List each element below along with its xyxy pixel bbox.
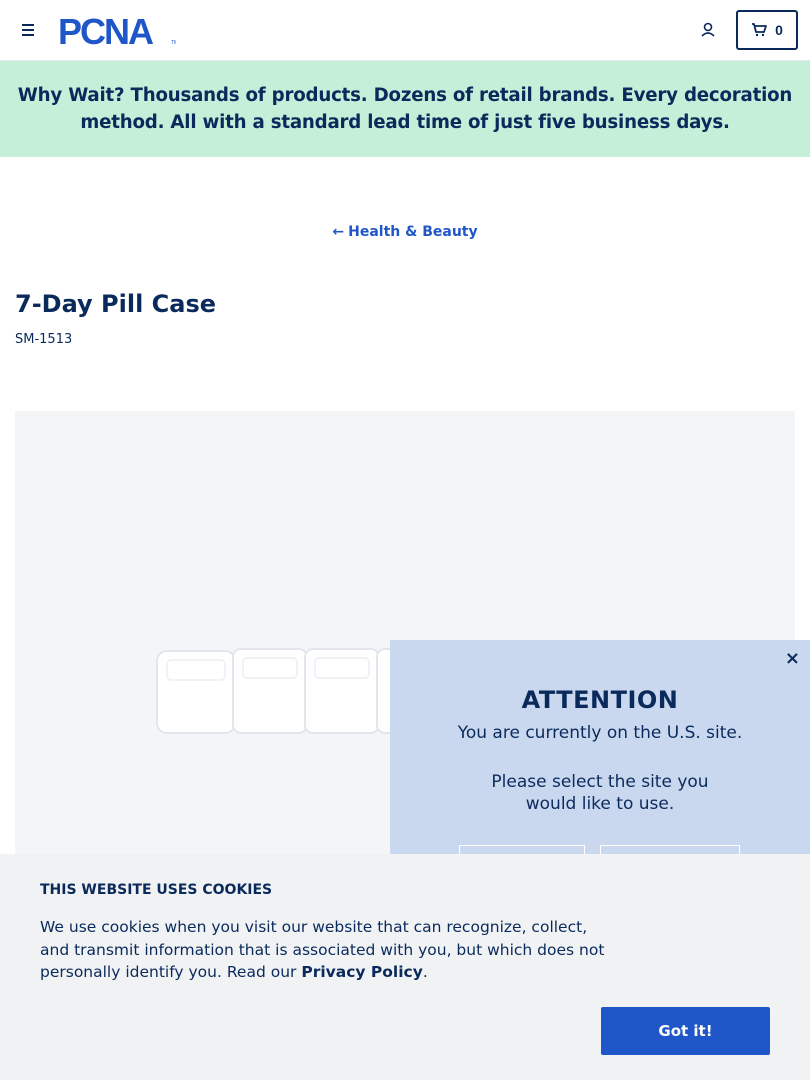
site-header: PCNA TM 0 xyxy=(0,0,810,61)
cart-button[interactable]: 0 xyxy=(736,10,798,50)
product-sku: SM-1513 xyxy=(15,332,73,347)
site-selector-popup: × ATTENTION You are currently on the U.S… xyxy=(390,640,810,885)
cart-icon xyxy=(752,23,767,37)
breadcrumb-label[interactable]: Health & Beauty xyxy=(348,224,477,240)
current-site-text: You are currently on the U.S. site. xyxy=(457,723,743,743)
svg-text:TM: TM xyxy=(171,40,176,46)
privacy-policy-link[interactable]: Privacy Policy xyxy=(301,963,423,981)
cart-count: 0 xyxy=(775,22,783,38)
attention-title: ATTENTION xyxy=(521,686,679,714)
promo-body: Thousands of products. Dozens of retail … xyxy=(80,85,793,133)
pcna-logo[interactable]: PCNA TM xyxy=(58,14,176,46)
svg-text:PCNA: PCNA xyxy=(58,14,154,46)
select-site-text: Please select the site you would like to… xyxy=(491,772,709,814)
promo-banner: Why Wait? Thousands of products. Dozens … xyxy=(0,61,810,157)
got-it-button[interactable]: Got it! xyxy=(601,1007,770,1055)
cookie-title: THIS WEBSITE USES COOKIES xyxy=(40,882,273,898)
account-icon[interactable] xyxy=(699,21,717,39)
breadcrumb[interactable]: ← Health & Beauty xyxy=(0,224,810,240)
menu-icon[interactable] xyxy=(18,20,38,40)
promo-lead: Why Wait? xyxy=(17,85,125,106)
close-icon[interactable]: × xyxy=(785,648,800,669)
product-title: 7-Day Pill Case xyxy=(15,290,217,318)
promo-text: Why Wait? Thousands of products. Dozens … xyxy=(14,82,796,136)
cookie-period: . xyxy=(422,963,428,981)
cookie-banner: THIS WEBSITE USES COOKIES We use cookies… xyxy=(0,854,810,1080)
cookie-text: We use cookies when you visit our websit… xyxy=(40,916,620,984)
arrow-left-icon: ← xyxy=(332,224,345,240)
